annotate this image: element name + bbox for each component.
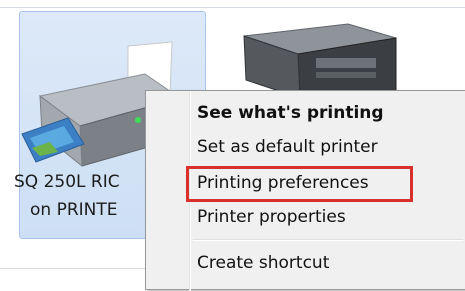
printer-name-line1: SQ 250L RIC — [14, 172, 120, 192]
printer-name-line2: on PRINTE — [30, 200, 118, 220]
highlight-annotation — [186, 166, 413, 202]
menu-item-see-whats-printing[interactable]: See what's printing — [197, 102, 384, 124]
top-divider — [0, 7, 465, 8]
menu-item-create-shortcut[interactable]: Create shortcut — [197, 252, 329, 274]
menu-item-set-default-printer[interactable]: Set as default printer — [197, 136, 378, 158]
devices-and-printers-view: SQ 250L RIC on PRINTE See what's printin… — [0, 0, 465, 291]
menu-item-printer-properties[interactable]: Printer properties — [197, 206, 346, 228]
multifunction-printer-icon — [243, 23, 397, 98]
menu-separator — [193, 239, 463, 241]
